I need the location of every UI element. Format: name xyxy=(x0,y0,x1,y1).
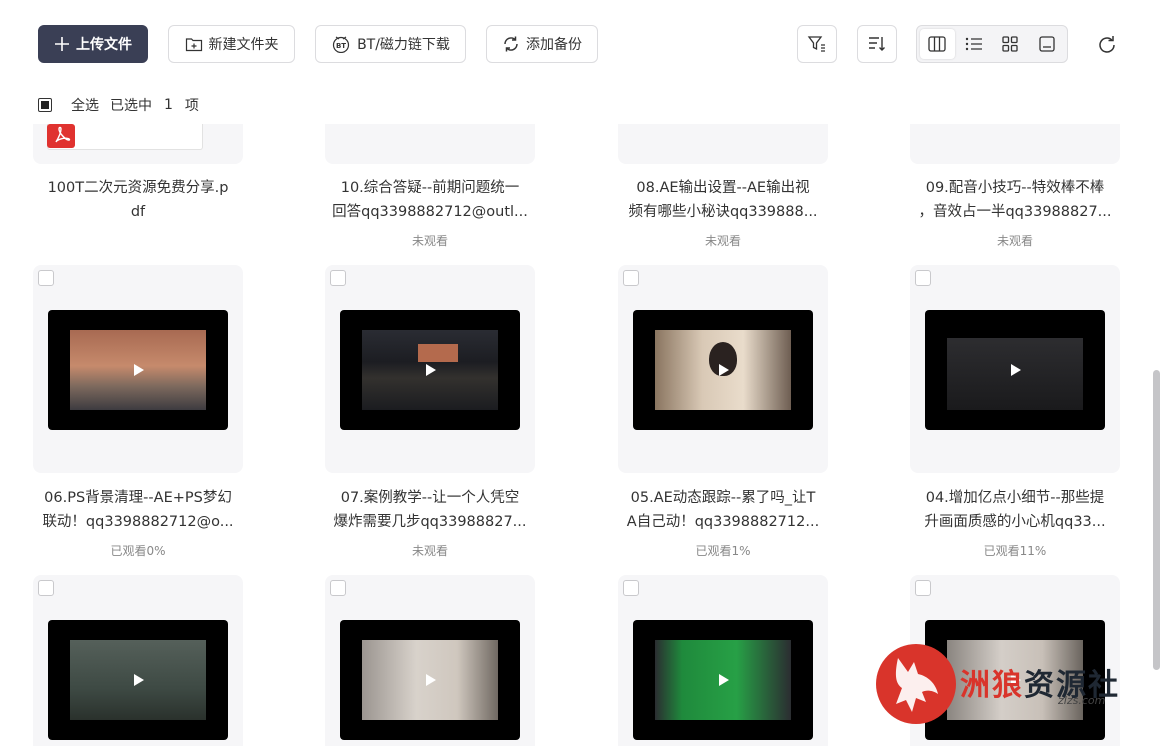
thumbnail xyxy=(33,265,243,473)
file-title-line2: 回答qq3398882712@outl... xyxy=(332,204,528,220)
thumbnail xyxy=(910,265,1120,473)
add-backup-label: 添加备份 xyxy=(526,37,582,53)
file-title-line2: A自己动！qq3398882712... xyxy=(626,514,820,530)
watermark-part2: 狼 xyxy=(992,668,1024,703)
filter-button[interactable] xyxy=(797,25,837,63)
card-checkbox[interactable] xyxy=(330,270,346,286)
watch-status: 未观看 xyxy=(411,234,448,248)
card-checkbox[interactable] xyxy=(330,580,346,596)
play-icon xyxy=(426,364,436,376)
filter-icon xyxy=(807,36,825,52)
upload-button[interactable]: 上传文件 xyxy=(38,25,148,63)
video-thumbnail xyxy=(340,620,520,740)
view-large-button[interactable] xyxy=(1030,29,1065,59)
sync-icon xyxy=(504,36,518,52)
wolf-logo-icon xyxy=(876,644,956,724)
file-title-line2: 联动！qq3398882712@o... xyxy=(42,514,234,530)
new-folder-label: 新建文件夹 xyxy=(208,37,279,53)
view-columns-button[interactable] xyxy=(920,29,955,59)
video-thumbnail xyxy=(48,620,228,740)
thumbnail xyxy=(33,575,243,746)
thumbnail xyxy=(618,124,828,164)
toolbar: 上传文件 新建文件夹 BT BT/磁力链下载 添加备份 xyxy=(0,0,1162,90)
grid-icon xyxy=(1002,36,1018,52)
file-title-line1: 100T二次元资源免费分享.p xyxy=(47,180,229,196)
card-checkbox[interactable] xyxy=(915,270,931,286)
file-title-line2: 爆炸需要几步qq33988827... xyxy=(333,514,527,530)
selected-count: 1 xyxy=(164,97,173,113)
video-thumbnail xyxy=(48,310,228,430)
sort-button[interactable] xyxy=(857,25,897,63)
selected-label: 已选中 xyxy=(110,98,152,114)
select-all-label[interactable]: 全选 xyxy=(71,95,99,115)
plus-icon xyxy=(55,37,69,51)
thumbnail xyxy=(33,124,243,164)
file-title-line2: ，音效占一半qq33988827... xyxy=(918,204,1112,220)
card-checkbox[interactable] xyxy=(38,270,54,286)
file-title-line1: 04.增加亿点小细节--那些提 xyxy=(925,490,1105,506)
columns-icon xyxy=(928,36,946,52)
file-title-line1: 05.AE动态跟踪--累了吗_让T xyxy=(630,490,816,506)
file-title-line1: 06.PS背景清理--AE+PS梦幻 xyxy=(44,490,232,506)
card-checkbox[interactable] xyxy=(623,580,639,596)
file-title-line1: 10.综合答疑--前期问题统一 xyxy=(340,180,520,196)
selected-unit: 项 xyxy=(184,98,199,114)
thumbnail xyxy=(325,124,535,164)
refresh-button[interactable] xyxy=(1096,34,1118,56)
list-icon xyxy=(965,37,982,51)
thumbnail xyxy=(325,575,535,746)
video-thumbnail xyxy=(925,310,1105,430)
file-title-line1: 08.AE输出设置--AE输出视 xyxy=(636,180,810,196)
sort-icon xyxy=(869,37,885,51)
vertical-scrollbar[interactable] xyxy=(1153,370,1160,670)
add-backup-button[interactable]: 添加备份 xyxy=(486,25,598,63)
play-icon xyxy=(719,364,729,376)
play-icon xyxy=(1011,364,1021,376)
selection-bar: 全选 已选中 1 项 xyxy=(38,96,207,114)
card-checkbox[interactable] xyxy=(915,580,931,596)
large-thumbnail-icon xyxy=(1039,36,1055,52)
svg-text:BT: BT xyxy=(336,42,346,50)
folder-plus-icon xyxy=(185,38,202,52)
bt-icon: BT xyxy=(332,36,350,53)
watermark-part1: 洲 xyxy=(960,668,992,703)
watch-status: 未观看 xyxy=(996,234,1033,248)
bt-download-label: BT/磁力链下载 xyxy=(357,37,450,53)
upload-label: 上传文件 xyxy=(76,37,132,53)
play-icon xyxy=(719,674,729,686)
video-inset xyxy=(418,344,458,362)
file-title-line1: 09.配音小技巧--特效棒不棒 xyxy=(925,180,1105,196)
watch-status: 已观看1% xyxy=(695,544,751,558)
play-icon xyxy=(134,674,144,686)
play-icon xyxy=(426,674,436,686)
refresh-icon xyxy=(1099,36,1115,53)
watch-status: 已观看11% xyxy=(983,544,1047,558)
video-thumbnail xyxy=(340,310,520,430)
play-icon xyxy=(134,364,144,376)
video-thumbnail xyxy=(633,620,813,740)
file-title-line2: 频有哪些小秘诀qq339888... xyxy=(628,204,818,220)
bt-download-button[interactable]: BT BT/磁力链下载 xyxy=(315,25,466,63)
view-grid-button[interactable] xyxy=(993,29,1028,59)
watch-status: 已观看0% xyxy=(110,544,166,558)
watermark-subtext: zlzs.com xyxy=(1058,694,1106,707)
watermark-logo: 洲狼资源社 zlzs.com xyxy=(872,640,1142,740)
card-checkbox[interactable] xyxy=(623,270,639,286)
view-list-button[interactable] xyxy=(957,29,992,59)
select-all-checkbox[interactable] xyxy=(38,98,52,112)
video-thumbnail xyxy=(633,310,813,430)
thumbnail xyxy=(910,124,1120,164)
card-checkbox[interactable] xyxy=(38,580,54,596)
file-title-line2: 升画面质感的小心机qq33... xyxy=(924,514,1106,530)
thumbnail xyxy=(325,265,535,473)
file-title-line2: df xyxy=(130,204,146,220)
view-mode-switcher xyxy=(916,25,1068,63)
watch-status: 未观看 xyxy=(704,234,741,248)
thumbnail xyxy=(618,575,828,746)
new-folder-button[interactable]: 新建文件夹 xyxy=(168,25,295,63)
file-title-line1: 07.案例教学--让一个人凭空 xyxy=(340,490,520,506)
pdf-icon xyxy=(47,124,75,148)
watch-status: 未观看 xyxy=(411,544,448,558)
thumbnail xyxy=(618,265,828,473)
